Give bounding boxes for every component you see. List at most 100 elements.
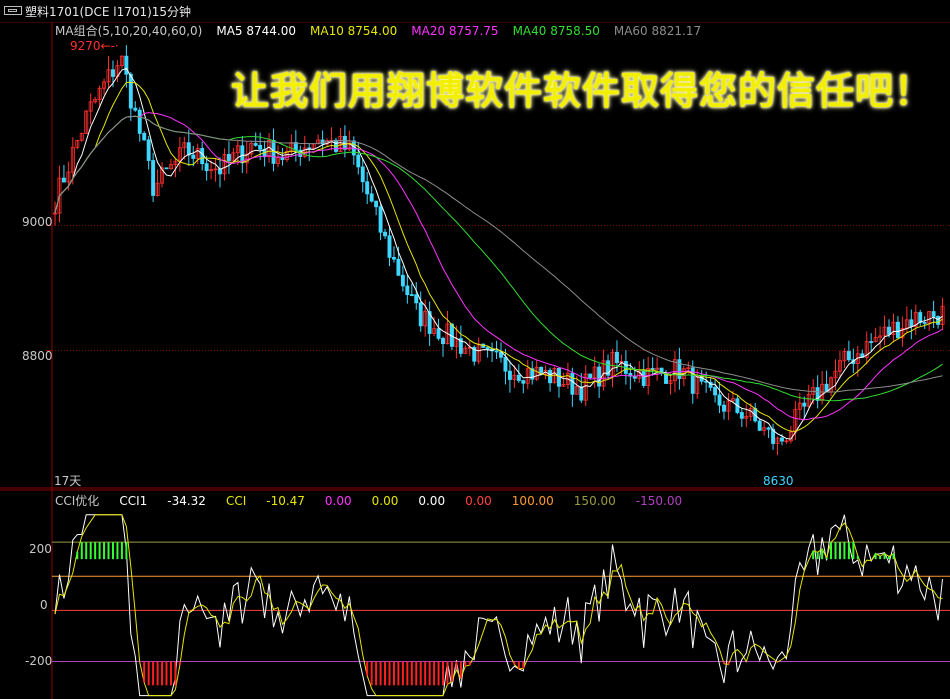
candle-body bbox=[342, 135, 347, 150]
candle-body bbox=[503, 356, 508, 372]
candle-body bbox=[516, 374, 521, 381]
candle-body bbox=[485, 347, 490, 350]
candle-body bbox=[936, 316, 941, 325]
price-tick-8800: 8800 bbox=[22, 349, 53, 363]
candle-body bbox=[405, 285, 410, 296]
candle-body bbox=[124, 55, 129, 75]
candle-body bbox=[757, 420, 762, 431]
ma-legend-item: MA组合(5,10,20,40,60,0) bbox=[55, 24, 203, 38]
cci-legend-item: 0.00 bbox=[371, 494, 399, 508]
promo-banner: 让我们用翔博软件软件取得您的信任吧！ bbox=[231, 68, 934, 113]
candle-body bbox=[128, 73, 133, 109]
min-price-label: 8630 bbox=[763, 474, 794, 488]
candle-body bbox=[570, 372, 575, 395]
candle-body bbox=[931, 311, 936, 317]
ma-legend: MA组合(5,10,20,40,60,0) MA5 8744.00 MA10 875… bbox=[55, 22, 715, 38]
cci-legend: CCI优化 CCI1 -34.32 CCI -10.47 0.00 0.00 0.00 0.00… bbox=[55, 492, 702, 508]
cci-tick-200: 200 bbox=[29, 542, 52, 556]
cci-legend-item: -150.00 bbox=[635, 494, 683, 508]
candle-body bbox=[369, 193, 374, 202]
price-tick-9000: 9000 bbox=[22, 215, 53, 229]
candle-body bbox=[895, 321, 900, 339]
candle-body bbox=[441, 337, 445, 345]
candle-body bbox=[391, 257, 396, 260]
cci-legend-item: -34.32 bbox=[167, 494, 206, 508]
candle-body bbox=[846, 351, 851, 361]
candle-body bbox=[387, 235, 392, 258]
candle-body bbox=[111, 69, 115, 77]
cci-legend-item: CCI1 bbox=[119, 494, 148, 508]
candle-body bbox=[280, 157, 285, 161]
candle-body bbox=[383, 231, 388, 237]
candle-body bbox=[802, 402, 807, 407]
cci-tick-0: 0 bbox=[40, 598, 48, 612]
candle-body bbox=[869, 341, 874, 343]
candle-body bbox=[137, 109, 142, 134]
candle-body bbox=[579, 386, 584, 401]
cci-legend-item: 100.00 bbox=[511, 494, 554, 508]
candle-body bbox=[409, 294, 414, 297]
candle-body bbox=[186, 142, 191, 156]
candle-body bbox=[378, 206, 383, 233]
candle-body bbox=[253, 143, 258, 146]
ma-legend-item: MA10 8754.00 bbox=[310, 24, 398, 38]
candle-body bbox=[400, 274, 405, 287]
cci-legend-item: -10.47 bbox=[266, 494, 305, 508]
ma40-line bbox=[54, 115, 943, 402]
candle-body bbox=[521, 380, 526, 384]
candle-body bbox=[164, 167, 169, 170]
candle-body bbox=[918, 312, 923, 323]
cci-legend-item: CCI优化 bbox=[55, 494, 100, 508]
candle-body bbox=[614, 351, 619, 363]
candle-body bbox=[766, 427, 771, 430]
max-price-value: 9270 bbox=[70, 39, 101, 53]
candle-body bbox=[396, 258, 401, 276]
candle-body bbox=[356, 154, 361, 168]
candle-body bbox=[226, 154, 231, 161]
max-arrow-icon: ←-· bbox=[100, 39, 119, 53]
candle-body bbox=[418, 302, 423, 327]
candle-body bbox=[146, 139, 151, 161]
candle-body bbox=[922, 322, 927, 324]
ma-legend-item: MA5 8744.00 bbox=[216, 24, 296, 38]
candle-body bbox=[61, 177, 66, 183]
candle-body bbox=[588, 373, 593, 378]
candle-body bbox=[374, 200, 379, 208]
cci-legend-item: CCI bbox=[225, 494, 247, 508]
max-price-label: 9270←-· bbox=[70, 39, 119, 53]
candle-body bbox=[360, 166, 365, 183]
candle-body bbox=[722, 404, 726, 412]
candle-body bbox=[713, 387, 718, 396]
candle-body bbox=[414, 294, 419, 304]
candle-body bbox=[142, 133, 147, 141]
candle-body bbox=[191, 154, 196, 159]
days-label: 17天 bbox=[54, 474, 82, 488]
candle-body bbox=[365, 181, 370, 195]
candle-body bbox=[436, 328, 441, 339]
candle-body bbox=[200, 148, 205, 165]
ma10-line bbox=[54, 81, 943, 432]
candle-body bbox=[887, 326, 891, 335]
candle-body bbox=[151, 160, 156, 196]
candle-body bbox=[909, 319, 914, 327]
candle-body bbox=[204, 163, 209, 172]
candle-body bbox=[494, 350, 499, 353]
candle-body bbox=[641, 370, 646, 386]
ma-legend-item: MA40 8758.50 bbox=[512, 24, 600, 38]
ma-legend-item: MA20 8757.75 bbox=[411, 24, 499, 38]
candle-body bbox=[650, 368, 655, 370]
cci-legend-item: 0.00 bbox=[324, 494, 352, 508]
candle-body bbox=[717, 394, 722, 406]
candle-body bbox=[258, 144, 263, 150]
ma60-line bbox=[54, 115, 943, 393]
ma20-line bbox=[54, 112, 943, 421]
candle-body bbox=[133, 107, 138, 111]
cci-legend-item: 0.00 bbox=[465, 494, 492, 508]
cci-tick-neg200: -200 bbox=[25, 654, 53, 668]
cci-legend-item: 0.00 bbox=[418, 494, 446, 508]
cci-legend-item: 150.00 bbox=[573, 494, 616, 508]
candle-body bbox=[507, 370, 512, 380]
candle-body bbox=[780, 437, 784, 442]
ma-legend-item: MA60 8821.17 bbox=[613, 24, 702, 38]
chart-stage: 塑料1701(DCE l1701)15分钟 MA组合(5,10,20,40,60… bbox=[0, 0, 950, 699]
